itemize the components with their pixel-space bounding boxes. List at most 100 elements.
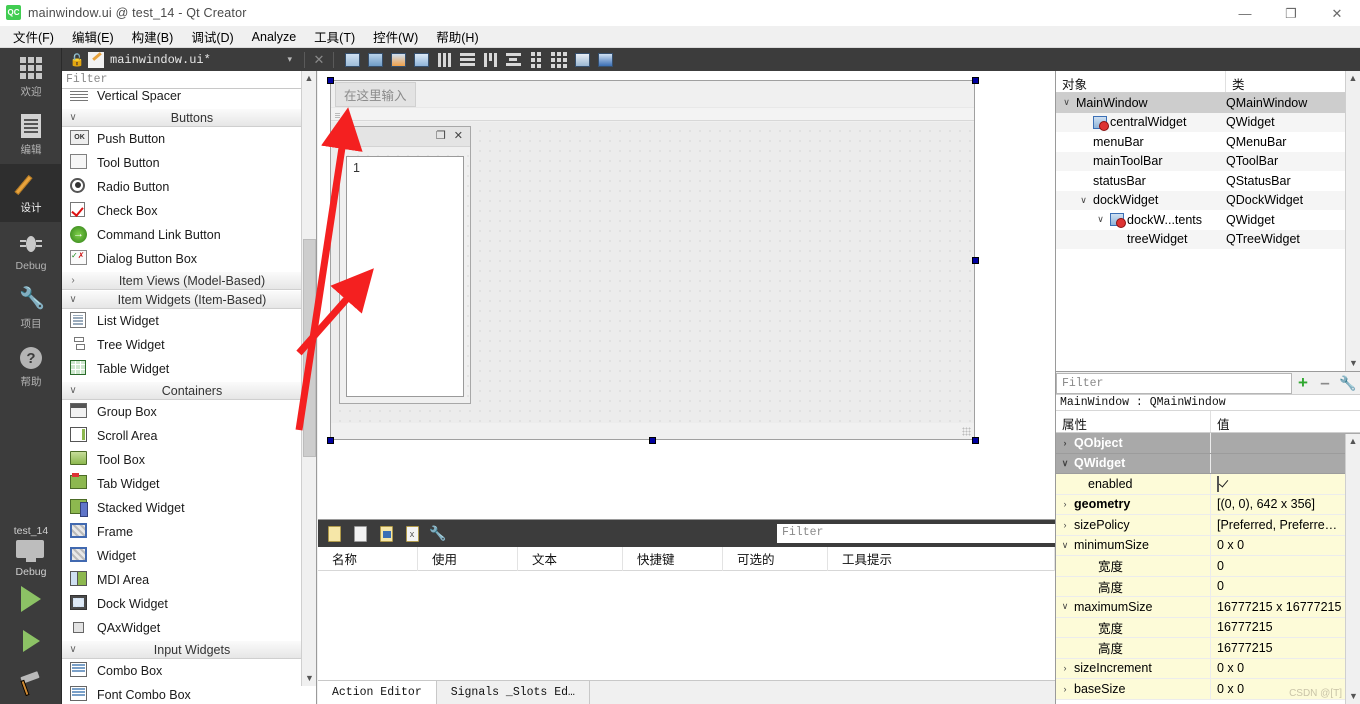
property-row-value[interactable]: [Preferred, Preferre… (1211, 518, 1360, 532)
widget-box-scroll-thumb[interactable] (303, 239, 316, 457)
chevron-right-icon[interactable]: › (1058, 684, 1072, 694)
chevron-down-icon[interactable]: ▾ (279, 55, 300, 65)
object-row-maintoolbar[interactable]: mainToolBar QToolBar (1056, 151, 1360, 171)
enabled-checkbox[interactable] (1217, 475, 1219, 492)
edit-tab-order-icon[interactable] (411, 50, 431, 69)
layout-splitter-vertical-icon[interactable] (503, 50, 523, 69)
chevron-right-icon[interactable]: › (1058, 438, 1072, 448)
widget-item-vertical-spacer[interactable]: Vertical Spacer (62, 89, 316, 108)
property-editor-scrollbar[interactable]: ▲ ▼ (1345, 434, 1360, 704)
tab-action-editor[interactable]: Action Editor (318, 681, 437, 704)
menu-edit[interactable]: 编辑(E) (63, 24, 123, 49)
widget-item-group-box[interactable]: Group Box (62, 400, 316, 424)
property-row-value[interactable]: 0 x 0 (1211, 538, 1360, 552)
run-button[interactable] (0, 578, 62, 620)
property-row--[interactable]: 高度 0 (1056, 576, 1360, 597)
mode-design[interactable]: 设计 (0, 164, 62, 222)
selection-handle-mr[interactable] (972, 257, 979, 264)
property-row-sizeincrement[interactable]: › sizeIncrement 0 x 0 (1056, 658, 1360, 679)
action-col-tooltip[interactable]: 工具提示 (828, 546, 1055, 571)
action-col-name[interactable]: 名称 (318, 546, 418, 571)
form-editor-canvas[interactable]: 在这里输入 ❐ ✕ 1 (318, 71, 1055, 519)
object-row-dockw-tents[interactable]: ∨ dockW...tents QWidget (1056, 210, 1360, 230)
widget-item-mdi-area[interactable]: MDI Area (62, 568, 316, 592)
property-row-sizepolicy[interactable]: › sizePolicy [Preferred, Preferre… (1056, 515, 1360, 536)
form-menu-bar[interactable]: 在这里输入 (331, 81, 974, 107)
form-dock-widget[interactable]: ❐ ✕ 1 (339, 126, 471, 404)
property-row-qobject[interactable]: › QObject (1056, 433, 1360, 454)
form-tree-widget[interactable]: 1 (346, 156, 464, 397)
property-row--[interactable]: 宽度 16777215 (1056, 617, 1360, 638)
widget-item-frame[interactable]: Frame (62, 520, 316, 544)
action-col-used[interactable]: 使用 (418, 546, 518, 571)
mode-help[interactable]: ? 帮助 (0, 338, 62, 396)
property-row-value[interactable]: 16777215 (1211, 620, 1360, 634)
property-row-value[interactable]: 16777215 (1211, 641, 1360, 655)
edit-widgets-icon[interactable] (342, 50, 362, 69)
widget-item-combo-box[interactable]: Combo Box (62, 659, 316, 683)
object-row-centralwidget[interactable]: centralWidget QWidget (1056, 112, 1360, 132)
widget-box-filter-input[interactable]: Filter (62, 71, 316, 89)
dock-widget-contents[interactable]: 1 (340, 148, 470, 403)
object-col-object[interactable]: 对象 (1056, 71, 1226, 92)
menu-analyze[interactable]: Analyze (243, 27, 305, 47)
widget-item-radio-button[interactable]: Radio Button (62, 175, 316, 199)
restore-button[interactable]: ❐ (1268, 0, 1314, 26)
property-editor-rows[interactable]: › QObject ∨ QWidget enabled › geometry [(0, 0),… (1056, 433, 1360, 700)
widget-item-tool-button[interactable]: Tool Button (62, 151, 316, 175)
float-icon[interactable]: ❐ (436, 131, 446, 142)
widget-item-table-widget[interactable]: Table Widget (62, 357, 316, 381)
object-row-menubar[interactable]: menuBar QMenuBar (1056, 132, 1360, 152)
chevron-down-icon[interactable]: ∨ (1058, 540, 1072, 551)
widget-item-font-combo-box[interactable]: Font Combo Box (62, 683, 316, 704)
close-button[interactable]: ✕ (1314, 0, 1360, 26)
action-col-checkable[interactable]: 可选的 (723, 546, 828, 571)
layout-form-icon[interactable] (526, 50, 546, 69)
chevron-down-icon[interactable]: ∨ (1077, 195, 1090, 206)
property-row-value[interactable]: [(0, 0), 642 x 356] (1211, 497, 1360, 511)
copy-action-icon[interactable] (350, 524, 370, 544)
minimize-button[interactable]: — (1222, 0, 1268, 26)
widget-item-tab-widget[interactable]: Tab Widget (62, 472, 316, 496)
object-inspector-scrollbar[interactable]: ▲ ▼ (1345, 71, 1360, 371)
object-row-dockwidget[interactable]: ∨ dockWidget QDockWidget (1056, 190, 1360, 210)
scroll-up-icon-3[interactable]: ▲ (1346, 434, 1360, 449)
new-action-icon[interactable] (324, 524, 344, 544)
menu-help[interactable]: 帮助(H) (427, 24, 487, 49)
chevron-down-icon[interactable]: ∨ (1094, 214, 1107, 225)
edit-buddies-icon[interactable] (388, 50, 408, 69)
tab-signals-slots-editor[interactable]: Signals _Slots Ed… (437, 681, 590, 704)
paste-action-icon[interactable] (376, 524, 396, 544)
property-row-maximumsize[interactable]: ∨ maximumSize 16777215 x 16777215 (1056, 597, 1360, 618)
property-row-value[interactable]: 0 (1211, 559, 1360, 573)
selection-handle-bl[interactable] (327, 437, 334, 444)
property-row--[interactable]: 高度 16777215 (1056, 638, 1360, 659)
form-central-widget[interactable]: ❐ ✕ 1 (331, 122, 974, 423)
chevron-right-icon[interactable]: › (1058, 499, 1072, 509)
action-editor-rows[interactable] (318, 571, 1055, 681)
selection-handle-tr[interactable] (972, 77, 979, 84)
object-row-mainwindow[interactable]: ∨ MainWindow QMainWindow (1056, 93, 1360, 113)
menu-file[interactable]: 文件(F) (4, 24, 63, 49)
kit-selector[interactable] (0, 537, 62, 566)
break-layout-icon[interactable] (572, 50, 592, 69)
menu-debug[interactable]: 调试(D) (182, 24, 242, 49)
widget-category-item-views-model-based[interactable]: › Item Views (Model-Based) (62, 271, 316, 290)
dock-title-bar[interactable]: ❐ ✕ (340, 127, 470, 147)
property-col-name[interactable]: 属性 (1056, 411, 1211, 432)
property-row-qwidget[interactable]: ∨ QWidget (1056, 453, 1360, 474)
action-col-text[interactable]: 文本 (518, 546, 623, 571)
property-filter-input[interactable]: Filter (1056, 372, 1292, 394)
widget-item-dialog-button-box[interactable]: ✓✗ Dialog Button Box (62, 247, 316, 271)
layout-horizontally-icon[interactable] (434, 50, 454, 69)
scroll-up-icon[interactable]: ▲ (302, 71, 316, 86)
minus-icon[interactable]: – (1314, 373, 1336, 393)
menu-widgets[interactable]: 控件(W) (364, 24, 427, 49)
widget-item-stacked-widget[interactable]: Stacked Widget (62, 496, 316, 520)
widget-item-tool-box[interactable]: Tool Box (62, 448, 316, 472)
property-row-enabled[interactable]: enabled (1056, 474, 1360, 495)
chevron-down-icon[interactable]: ∨ (1060, 97, 1073, 108)
widget-category-containers[interactable]: ∨ Containers (62, 381, 316, 400)
chevron-right-icon[interactable]: › (1058, 663, 1072, 673)
debug-button[interactable] (0, 620, 62, 662)
